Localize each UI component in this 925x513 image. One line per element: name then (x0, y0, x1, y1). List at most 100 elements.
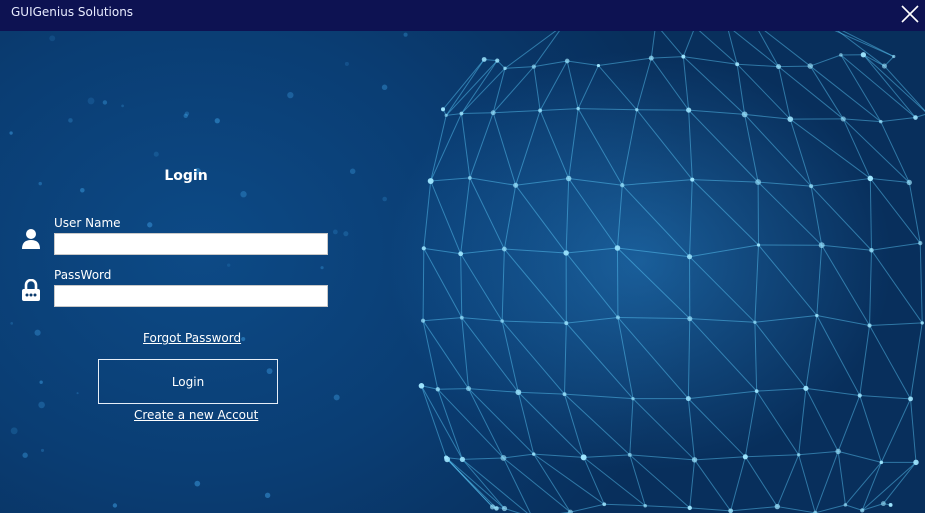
network-node (686, 107, 692, 113)
user-icon (22, 229, 40, 249)
network-edge (845, 504, 863, 511)
bokeh-particle (112, 503, 118, 508)
network-edge (805, 315, 818, 389)
network-edge (689, 179, 693, 257)
close-icon[interactable] (899, 3, 921, 25)
network-edge (880, 117, 916, 123)
network-edge (460, 253, 503, 322)
network-edge (598, 57, 652, 67)
network-edge (533, 60, 568, 68)
network-node (627, 452, 632, 457)
network-node (503, 66, 507, 71)
network-edge (689, 256, 756, 323)
bokeh-particle (22, 452, 28, 458)
network-edge (861, 462, 882, 511)
network-node (615, 315, 620, 320)
network-node (756, 243, 761, 247)
network-edge (566, 247, 618, 254)
network-node (803, 385, 809, 391)
network-edge (533, 453, 571, 513)
network-edge (776, 454, 800, 507)
network-edge (461, 60, 498, 114)
network-edge (754, 321, 807, 389)
create-account-link[interactable]: Create a new Accout (134, 408, 258, 422)
network-edge (539, 60, 568, 111)
network-edge (910, 398, 917, 463)
network-edge (420, 385, 447, 458)
network-edge (468, 388, 504, 459)
network-edge (565, 252, 619, 318)
forgot-password-link[interactable]: Forgot Password (143, 331, 241, 345)
network-edge (816, 315, 861, 396)
network-edge (871, 249, 923, 324)
network-edge (540, 108, 579, 111)
network-node (796, 453, 801, 457)
bokeh-particle (87, 97, 95, 105)
network-edge (862, 54, 916, 118)
bokeh-particle (320, 266, 324, 270)
network-edge (689, 318, 758, 392)
network-edge (789, 119, 812, 187)
network-edge (837, 395, 861, 452)
network-edge (503, 185, 517, 250)
network-edge (462, 457, 504, 460)
network-edge (842, 118, 871, 179)
network-edge (688, 390, 757, 400)
network-node (687, 316, 693, 322)
network-edge (816, 245, 823, 316)
network-node (913, 115, 918, 120)
network-edge (691, 179, 759, 246)
login-button[interactable]: Login (98, 359, 278, 404)
network-edge (682, 31, 694, 57)
bokeh-particle (403, 32, 408, 37)
network-edge (687, 398, 746, 458)
username-input[interactable] (54, 233, 328, 255)
password-input[interactable] (54, 285, 328, 307)
network-edge (816, 315, 870, 327)
network-edge (568, 108, 579, 179)
network-edge (445, 457, 505, 509)
network-edge (694, 459, 732, 512)
network-edge (754, 244, 759, 323)
network-edge (632, 398, 695, 461)
network-node (878, 119, 883, 124)
network-node (418, 383, 425, 389)
network-edge (461, 317, 503, 322)
network-edge (777, 506, 816, 513)
network-edge (437, 388, 504, 459)
network-node (459, 456, 466, 462)
network-node (580, 454, 587, 461)
network-edge (503, 457, 571, 513)
network-node (501, 505, 508, 512)
network-node (860, 52, 867, 58)
network-edge (421, 385, 463, 460)
network-edge (650, 31, 656, 59)
network-node (427, 178, 434, 184)
network-edge (859, 325, 871, 396)
bokeh-particle (241, 336, 246, 342)
network-node (918, 241, 923, 246)
network-edge (694, 456, 746, 461)
network-edge (756, 390, 800, 456)
network-edge (430, 115, 447, 182)
network-edge (821, 244, 870, 326)
network-node (635, 108, 639, 112)
network-edge (570, 503, 605, 513)
network-edge (539, 110, 570, 179)
network-node (686, 254, 693, 260)
network-edge (636, 109, 693, 180)
network-edge (811, 177, 871, 187)
bokeh-particle (153, 151, 159, 157)
network-node (879, 460, 884, 465)
bokeh-particle (102, 100, 108, 105)
network-edge (758, 181, 812, 187)
network-node (565, 175, 572, 182)
network-edge (460, 177, 471, 254)
network-node (563, 250, 569, 256)
network-edge (515, 178, 569, 186)
network-node (860, 508, 865, 513)
network-edge (437, 389, 463, 460)
network-edge (564, 323, 567, 395)
network-edge (468, 388, 519, 393)
network-node (602, 502, 607, 507)
